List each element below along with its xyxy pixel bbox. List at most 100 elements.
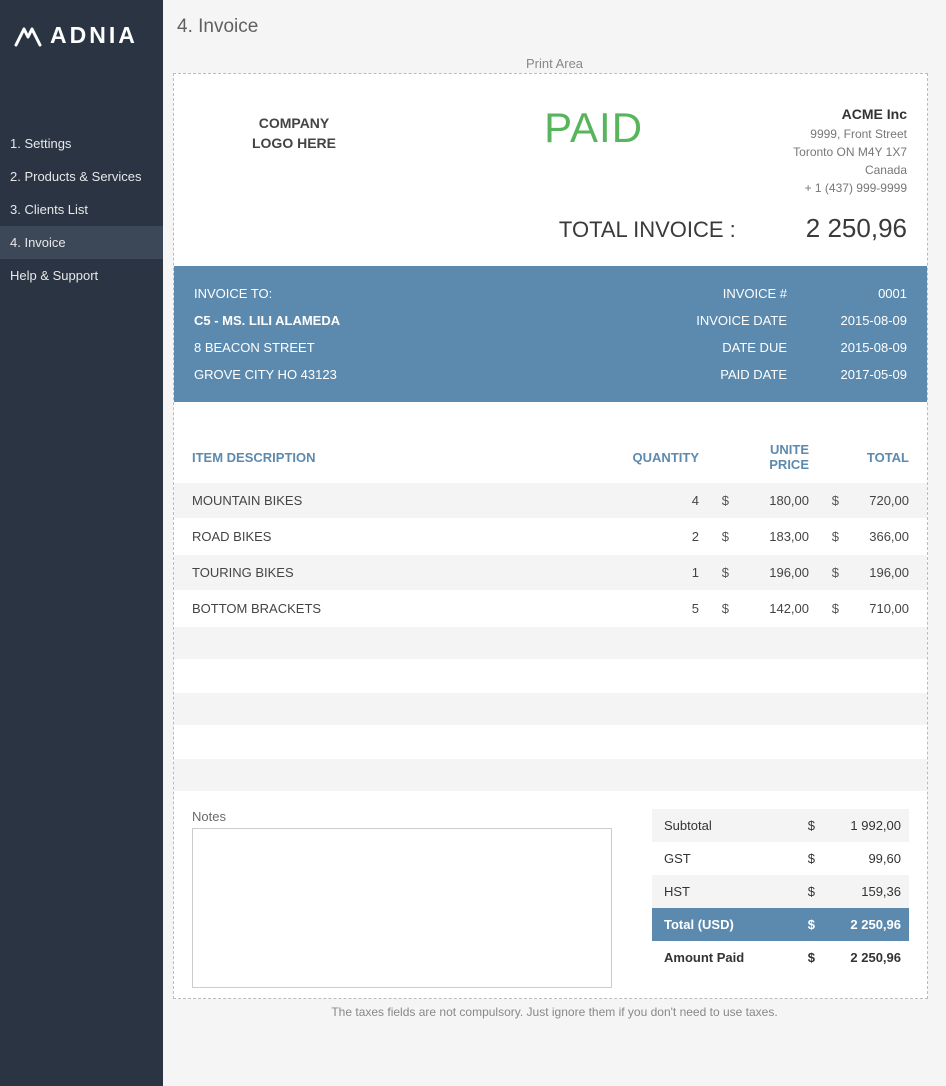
invoice-sheet: COMPANY LOGO HERE PAID ACME Inc 9999, Fr… xyxy=(173,73,928,999)
items-row-empty xyxy=(174,626,927,659)
logo-placeholder-line: LOGO HERE xyxy=(194,134,394,154)
date-due-label: DATE DUE xyxy=(677,340,787,355)
notes-box[interactable] xyxy=(192,828,612,988)
subtotal-value: 1 992,00 xyxy=(815,818,905,833)
currency-symbol: $ xyxy=(809,493,839,508)
sidebar-item-label: 1. Settings xyxy=(10,136,71,151)
summary-table: Subtotal $ 1 992,00 GST $ 99,60 HST $ 15… xyxy=(652,809,909,974)
item-description: TOURING BIKES xyxy=(192,565,609,580)
item-price: 180,00 xyxy=(729,493,809,508)
currency-symbol: $ xyxy=(809,529,839,544)
summary-hst-row: HST $ 159,36 xyxy=(652,875,909,908)
company-address2: Toronto ON M4Y 1X7 xyxy=(793,143,907,161)
gst-label: GST xyxy=(656,851,787,866)
client-name: C5 - MS. LILI ALAMEDA xyxy=(194,313,340,328)
currency-symbol: $ xyxy=(699,493,729,508)
sidebar-item-help-support[interactable]: Help & Support xyxy=(0,259,163,292)
hst-value: 159,36 xyxy=(815,884,905,899)
item-price: 142,00 xyxy=(729,601,809,616)
item-total: 710,00 xyxy=(839,601,909,616)
item-quantity: 4 xyxy=(609,493,699,508)
currency-symbol: $ xyxy=(699,529,729,544)
company-country: Canada xyxy=(793,161,907,179)
nav-list: 1. Settings 2. Products & Services 3. Cl… xyxy=(0,127,163,292)
items-row-empty xyxy=(174,725,927,758)
currency-symbol: $ xyxy=(787,818,815,833)
company-name: ACME Inc xyxy=(793,104,907,125)
currency-symbol: $ xyxy=(787,884,815,899)
items-header-row: ITEM DESCRIPTION QUANTITY UNITE PRICE TO… xyxy=(174,432,927,482)
brand-logo-icon xyxy=(14,25,42,47)
item-total: 720,00 xyxy=(839,493,909,508)
company-phone: + 1 (437) 999-9999 xyxy=(793,179,907,197)
invoice-date-label: INVOICE DATE xyxy=(677,313,787,328)
paid-stamp: PAID xyxy=(394,104,793,152)
footnote: The taxes fields are not compulsory. Jus… xyxy=(163,1005,946,1019)
header-item-description: ITEM DESCRIPTION xyxy=(192,450,609,465)
notes-label: Notes xyxy=(192,809,612,824)
amount-paid-label: Amount Paid xyxy=(656,950,787,965)
currency-symbol: $ xyxy=(699,565,729,580)
items-table: ITEM DESCRIPTION QUANTITY UNITE PRICE TO… xyxy=(174,432,927,791)
logo-placeholder-line: COMPANY xyxy=(194,114,394,134)
brand-name: ADNIA xyxy=(50,22,138,49)
page-title: 4. Invoice xyxy=(163,0,946,54)
sidebar-item-label: 2. Products & Services xyxy=(10,169,142,184)
date-due: 2015-08-09 xyxy=(827,340,907,355)
items-row: MOUNTAIN BIKES 4 $ 180,00 $ 720,00 xyxy=(174,482,927,518)
items-row-empty xyxy=(174,692,927,725)
invoice-header: COMPANY LOGO HERE PAID ACME Inc 9999, Fr… xyxy=(174,74,927,205)
summary-amount-paid-row: Amount Paid $ 2 250,96 xyxy=(652,941,909,974)
sidebar-item-products-services[interactable]: 2. Products & Services xyxy=(0,160,163,193)
item-description: BOTTOM BRACKETS xyxy=(192,601,609,616)
invoice-bottom: Notes Subtotal $ 1 992,00 GST $ 99,60 HS… xyxy=(174,791,927,998)
main-content: 4. Invoice Print Area COMPANY LOGO HERE … xyxy=(163,0,946,1086)
gst-value: 99,60 xyxy=(815,851,905,866)
item-total: 366,00 xyxy=(839,529,909,544)
print-area-label: Print Area xyxy=(163,56,946,71)
company-address1: 9999, Front Street xyxy=(793,125,907,143)
items-row-empty xyxy=(174,659,927,692)
item-description: ROAD BIKES xyxy=(192,529,609,544)
total-invoice-value: 2 250,96 xyxy=(806,213,907,244)
client-address1: 8 BEACON STREET xyxy=(194,340,315,355)
total-value: 2 250,96 xyxy=(815,917,905,932)
total-invoice-line: TOTAL INVOICE : 2 250,96 xyxy=(174,205,927,266)
client-address2: GROVE CITY HO 43123 xyxy=(194,367,337,382)
item-price: 196,00 xyxy=(729,565,809,580)
invoice-number: 0001 xyxy=(827,286,907,301)
paid-date: 2017-05-09 xyxy=(827,367,907,382)
header-quantity: QUANTITY xyxy=(609,450,699,465)
subtotal-label: Subtotal xyxy=(656,818,787,833)
total-invoice-label: TOTAL INVOICE : xyxy=(559,217,736,243)
item-quantity: 5 xyxy=(609,601,699,616)
summary-gst-row: GST $ 99,60 xyxy=(652,842,909,875)
sidebar-item-clients-list[interactable]: 3. Clients List xyxy=(0,193,163,226)
invoice-meta-block: INVOICE TO: INVOICE # 0001 C5 - MS. LILI… xyxy=(174,266,927,402)
items-row: TOURING BIKES 1 $ 196,00 $ 196,00 xyxy=(174,554,927,590)
total-label: Total (USD) xyxy=(656,917,787,932)
sidebar-item-settings[interactable]: 1. Settings xyxy=(0,127,163,160)
company-info: ACME Inc 9999, Front Street Toronto ON M… xyxy=(793,104,907,197)
sidebar: ADNIA 1. Settings 2. Products & Services… xyxy=(0,0,163,1086)
sidebar-item-label: 3. Clients List xyxy=(10,202,88,217)
summary-subtotal-row: Subtotal $ 1 992,00 xyxy=(652,809,909,842)
items-row-empty xyxy=(174,758,927,791)
header-unit-price: UNITE PRICE xyxy=(729,442,809,472)
sidebar-item-label: Help & Support xyxy=(10,268,98,283)
summary-total-row: Total (USD) $ 2 250,96 xyxy=(652,908,909,941)
item-description: MOUNTAIN BIKES xyxy=(192,493,609,508)
currency-symbol: $ xyxy=(809,601,839,616)
currency-symbol: $ xyxy=(809,565,839,580)
invoice-date: 2015-08-09 xyxy=(827,313,907,328)
currency-symbol: $ xyxy=(787,917,815,932)
sidebar-item-invoice[interactable]: 4. Invoice xyxy=(0,226,163,259)
item-quantity: 1 xyxy=(609,565,699,580)
item-price: 183,00 xyxy=(729,529,809,544)
hst-label: HST xyxy=(656,884,787,899)
item-total: 196,00 xyxy=(839,565,909,580)
items-row: BOTTOM BRACKETS 5 $ 142,00 $ 710,00 xyxy=(174,590,927,626)
items-row: ROAD BIKES 2 $ 183,00 $ 366,00 xyxy=(174,518,927,554)
notes-section: Notes xyxy=(192,809,612,988)
company-logo-placeholder: COMPANY LOGO HERE xyxy=(194,114,394,153)
